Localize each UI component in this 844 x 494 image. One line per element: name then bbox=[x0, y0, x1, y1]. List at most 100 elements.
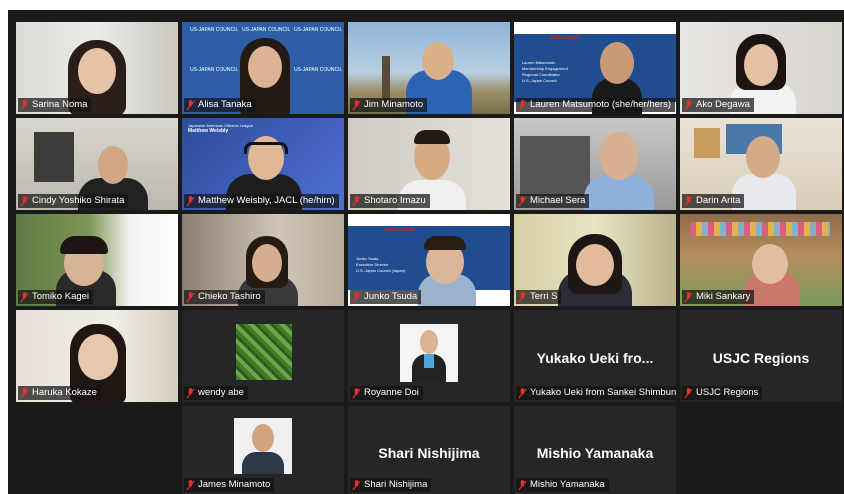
muted-mic-icon bbox=[20, 291, 29, 302]
participant-name-label: Cindy Yoshiko Shirata bbox=[18, 194, 129, 208]
participant-name: Lauren Matsumoto (she/her/hers) bbox=[530, 99, 671, 110]
participant-name-label: Shotaro Imazu bbox=[350, 194, 430, 208]
muted-mic-icon bbox=[684, 99, 693, 110]
participant-name-label: Michael Sera bbox=[516, 194, 590, 208]
video-tile-junko-tsuda[interactable]: ToMo DACHI Junko Tsuda Executive Directo… bbox=[348, 214, 510, 306]
video-tile-terri-s[interactable]: Terri S bbox=[514, 214, 676, 306]
participant-name: James Minamoto bbox=[198, 479, 271, 490]
video-tile-james-minamoto[interactable]: James Minamoto bbox=[182, 406, 344, 494]
video-tile-yukako-ueki[interactable]: Yukako Ueki fro... Yukako Ueki from Sank… bbox=[514, 310, 676, 402]
participant-name-label: Darin Arita bbox=[682, 194, 745, 208]
participant-name: Royanne Doi bbox=[364, 387, 419, 398]
participant-name-label: Shari Nishijima bbox=[350, 478, 432, 492]
usjc-logo: US-JAPAN COUNCIL bbox=[294, 27, 343, 33]
participant-name: Chieko Tashiro bbox=[198, 291, 261, 302]
participant-name: Junko Tsuda bbox=[364, 291, 418, 302]
participant-name: Haruka Kokaze bbox=[32, 387, 97, 398]
video-tile-usjc-regions[interactable]: USJC Regions USJC Regions bbox=[680, 310, 842, 402]
participant-name-label: Miki Sankary bbox=[682, 290, 755, 304]
participant-name-label: Tomiko Kagei bbox=[18, 290, 94, 304]
participant-display-name: Shari Nishijima bbox=[378, 444, 480, 461]
participant-name: Yukako Ueki from Sankei Shimbun bbox=[530, 387, 676, 398]
video-tile-shotaro-imazu[interactable]: Shotaro Imazu bbox=[348, 118, 510, 210]
banner-line: U.S.-Japan Council bbox=[522, 78, 557, 83]
video-tile-wendy-abe[interactable]: wendy abe bbox=[182, 310, 344, 402]
video-tile-darin-arita[interactable]: Darin Arita bbox=[680, 118, 842, 210]
video-tile-royanne-doi[interactable]: Royanne Doi bbox=[348, 310, 510, 402]
banner-line: U.S.-Japan Council (Japan) bbox=[356, 268, 406, 273]
video-tile-chieko-tashiro[interactable]: Chieko Tashiro bbox=[182, 214, 344, 306]
participant-display-name: Mishio Yamanaka bbox=[536, 444, 654, 461]
muted-mic-icon bbox=[186, 291, 195, 302]
muted-mic-icon bbox=[684, 291, 693, 302]
banner-line: Membership Engagement bbox=[522, 66, 568, 71]
muted-mic-icon bbox=[20, 195, 29, 206]
participant-display-name: USJC Regions bbox=[712, 350, 810, 367]
video-tile-tomiko-kagei[interactable]: Tomiko Kagei bbox=[16, 214, 178, 306]
usjc-logo: US-JAPAN COUNCIL bbox=[190, 27, 239, 33]
video-tile-ako-degawa[interactable]: Ako Degawa bbox=[680, 22, 842, 114]
muted-mic-icon bbox=[352, 387, 361, 398]
participant-name: Miki Sankary bbox=[696, 291, 751, 302]
muted-mic-icon bbox=[518, 479, 527, 490]
participant-name-label: Mishio Yamanaka bbox=[516, 478, 609, 492]
zoom-gallery-view: Sarina Noma US-JAPAN COUNCIL US-JAPAN CO… bbox=[8, 10, 844, 494]
muted-mic-icon bbox=[684, 387, 693, 398]
muted-mic-icon bbox=[186, 195, 195, 206]
muted-mic-icon bbox=[518, 291, 527, 302]
video-tile-sarina-noma[interactable]: Sarina Noma bbox=[16, 22, 178, 114]
participant-name: Michael Sera bbox=[530, 195, 586, 206]
muted-mic-icon bbox=[186, 387, 195, 398]
participant-name: Shari Nishijima bbox=[364, 479, 428, 490]
participant-name: Darin Arita bbox=[696, 195, 741, 206]
participant-name-label: James Minamoto bbox=[184, 478, 275, 492]
banner-line: Junko Tsuda bbox=[356, 256, 379, 261]
participant-name-label: Matthew Weisbly, JACL (he/him) bbox=[184, 194, 339, 208]
participant-name: Cindy Yoshiko Shirata bbox=[32, 195, 125, 206]
participant-name-label: Junko Tsuda bbox=[350, 290, 422, 304]
video-tile-cindy-yoshiko-shirata[interactable]: Cindy Yoshiko Shirata bbox=[16, 118, 178, 210]
video-tile-shari-nishijima[interactable]: Shari Nishijima Shari Nishijima bbox=[348, 406, 510, 494]
participant-name-label: Yukako Ueki from Sankei Shimbun bbox=[516, 386, 676, 400]
usjc-logo: US-JAPAN COUNCIL bbox=[190, 67, 239, 73]
muted-mic-icon bbox=[518, 195, 527, 206]
participant-name: Terri S bbox=[530, 291, 558, 302]
participant-name-label: Ako Degawa bbox=[682, 98, 754, 112]
tomodachi-logo: ToMo DACHI bbox=[550, 35, 581, 41]
video-tile-alisa-tanaka[interactable]: US-JAPAN COUNCIL US-JAPAN COUNCIL US-JAP… bbox=[182, 22, 344, 114]
video-tile-miki-sankary[interactable]: Miki Sankary bbox=[680, 214, 842, 306]
video-tile-matthew-weisbly[interactable]: Japanese American Citizens League Matthe… bbox=[182, 118, 344, 210]
participant-name-label: Terri S bbox=[516, 290, 562, 304]
participant-name-label: Lauren Matsumoto (she/her/hers) bbox=[516, 98, 675, 112]
muted-mic-icon bbox=[352, 479, 361, 490]
muted-mic-icon bbox=[684, 195, 693, 206]
video-tile-lauren-matsumoto[interactable]: ToMo DACHI Lauren Matsumoto Membership E… bbox=[514, 22, 676, 114]
participant-name: wendy abe bbox=[198, 387, 244, 398]
participant-name-label: Chieko Tashiro bbox=[184, 290, 265, 304]
participant-display-name: Yukako Ueki fro... bbox=[536, 350, 654, 367]
participant-name: Alisa Tanaka bbox=[198, 99, 252, 110]
muted-mic-icon bbox=[518, 99, 527, 110]
video-tile-michael-sera[interactable]: Michael Sera bbox=[514, 118, 676, 210]
participant-name: USJC Regions bbox=[696, 387, 759, 398]
banner-line: Lauren Matsumoto bbox=[522, 60, 556, 65]
banner-line: Executive Director bbox=[356, 262, 389, 267]
participant-name-label: Haruka Kokaze bbox=[18, 386, 101, 400]
participant-name: Sarina Noma bbox=[32, 99, 88, 110]
participant-name: Mishio Yamanaka bbox=[530, 479, 605, 490]
video-tile-haruka-kokaze[interactable]: Haruka Kokaze bbox=[16, 310, 178, 402]
tomodachi-logo: ToMo DACHI bbox=[384, 227, 415, 233]
muted-mic-icon bbox=[20, 387, 29, 398]
video-tile-mishio-yamanaka[interactable]: Mishio Yamanaka Mishio Yamanaka bbox=[514, 406, 676, 494]
video-tile-jim-minamoto[interactable]: Jim Minamoto bbox=[348, 22, 510, 114]
profile-picture bbox=[236, 324, 292, 380]
usjc-logo: US-JAPAN COUNCIL bbox=[242, 27, 291, 33]
participant-name: Jim Minamoto bbox=[364, 99, 424, 110]
banner-line: Regional Coordinator bbox=[522, 72, 560, 77]
participant-name: Tomiko Kagei bbox=[32, 291, 90, 302]
participant-name-label: USJC Regions bbox=[682, 386, 763, 400]
muted-mic-icon bbox=[352, 99, 361, 110]
muted-mic-icon bbox=[352, 291, 361, 302]
participant-name: Matthew Weisbly, JACL (he/him) bbox=[198, 195, 335, 206]
participant-name: Shotaro Imazu bbox=[364, 195, 426, 206]
